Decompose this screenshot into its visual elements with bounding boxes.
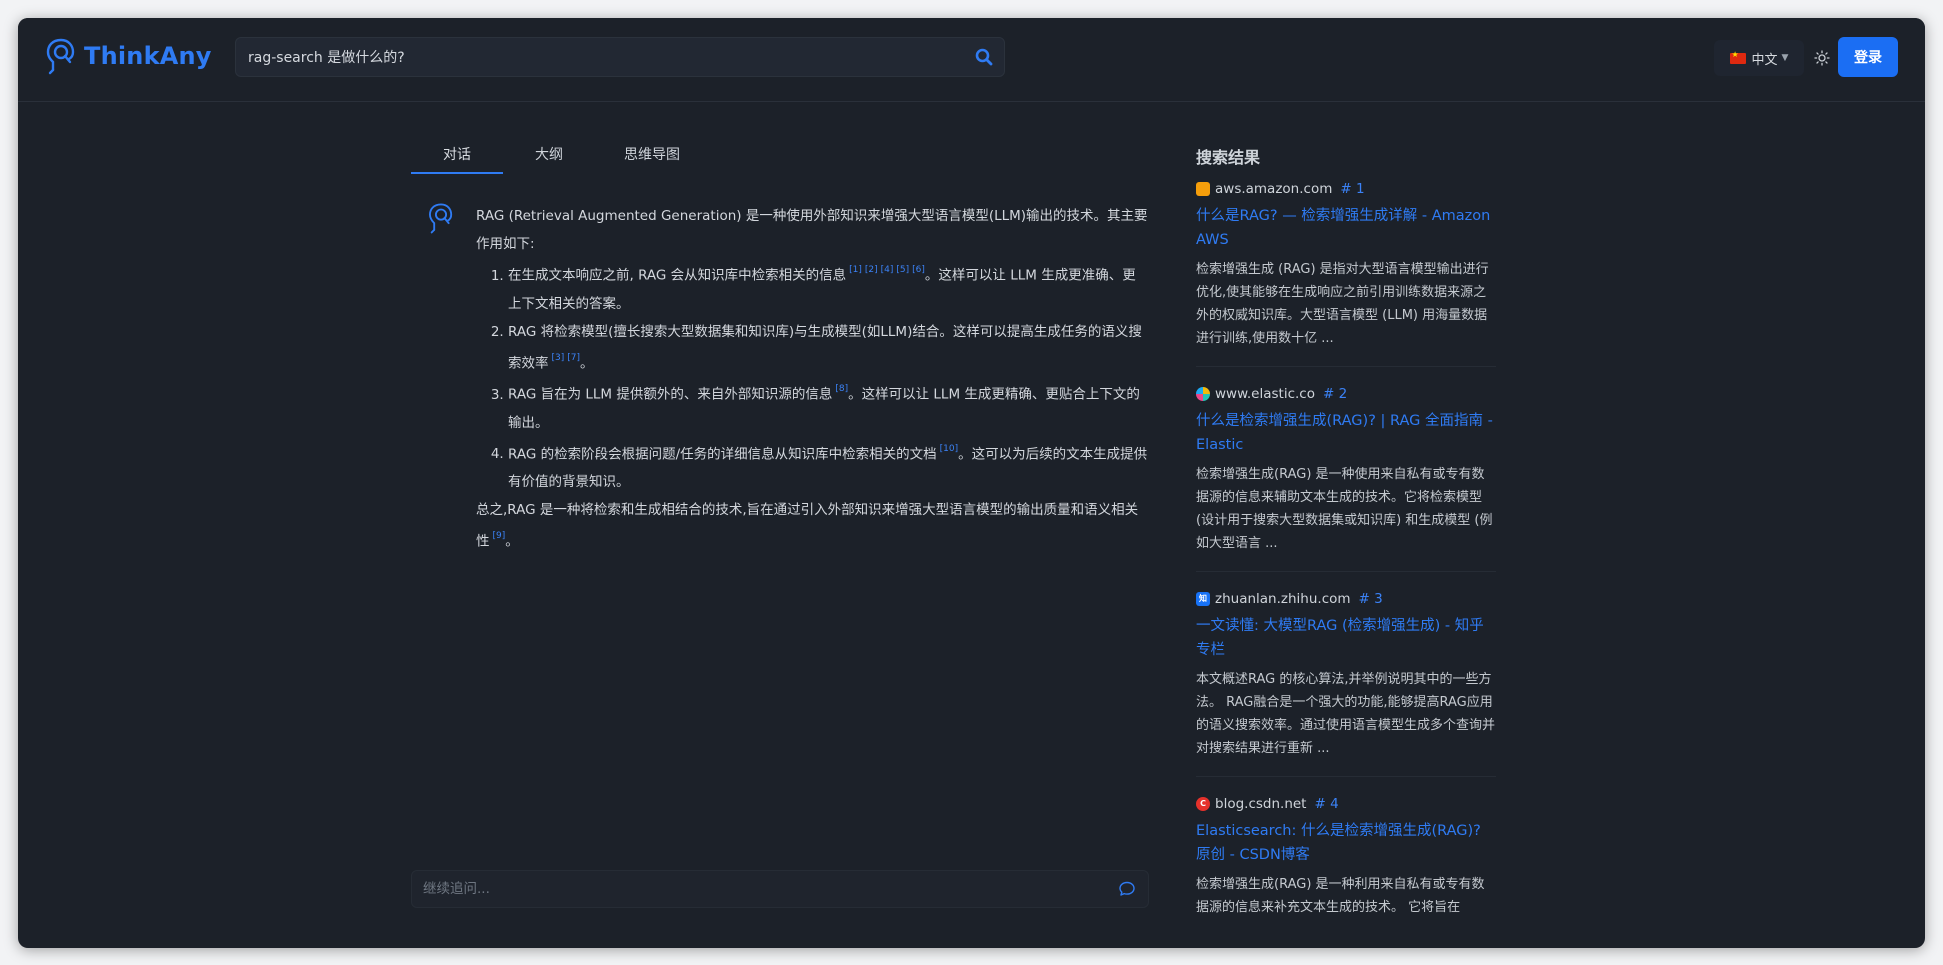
citation-link[interactable]: [1]	[849, 265, 862, 275]
result-card: 知 zhuanlan.zhihu.com # 3 一文读懂: 大模型RAG (检…	[1196, 588, 1496, 777]
answer-item-tail: 。	[580, 355, 594, 371]
citation-link[interactable]: [5]	[896, 265, 909, 275]
answer-item-text: 在生成文本响应之前, RAG 会从知识库中检索相关的信息	[508, 267, 847, 284]
followup-bar	[411, 870, 1149, 908]
csdn-favicon-icon: C	[1196, 797, 1210, 811]
chat-bubble-icon[interactable]	[1118, 880, 1136, 898]
result-snippet: 检索增强生成 (RAG) 是指对大型语言模型输出进行优化,使其能够在生成响应之前…	[1196, 262, 1489, 346]
answer-item-text: RAG 旨在为 LLM 提供额外的、来自外部知识源的信息	[508, 386, 833, 403]
result-number: # 2	[1322, 386, 1348, 402]
result-domain: blog.csdn.net	[1215, 796, 1307, 812]
logo-text: ThinkAny	[84, 42, 212, 70]
view-tabs: 对话 大纲 思维导图	[411, 142, 709, 174]
answer-list-item: RAG 将检索模型(擅长搜索大型数据集和知识库)与生成模型(如LLM)结合。这样…	[508, 318, 1148, 378]
results-heading: 搜索结果	[1196, 148, 1261, 167]
answer-list-item: RAG 的检索阶段会根据问题/任务的详细信息从知识库中检索相关的文档[10]。这…	[508, 437, 1148, 497]
results-list: aws.amazon.com # 1 什么是RAG? — 检索增强生成详解 - …	[1196, 178, 1516, 948]
result-source: aws.amazon.com # 1	[1196, 178, 1496, 200]
result-title-link[interactable]: 什么是检索增强生成(RAG)? | RAG 全面指南 - Elastic	[1196, 409, 1496, 457]
language-label: 中文	[1751, 52, 1778, 68]
result-domain: aws.amazon.com	[1215, 181, 1333, 197]
citation-link[interactable]: [10]	[940, 444, 958, 454]
summary-tail: 。	[505, 533, 519, 550]
login-button[interactable]: 登录	[1838, 37, 1898, 77]
result-card: aws.amazon.com # 1 什么是RAG? — 检索增强生成详解 - …	[1196, 178, 1496, 367]
answer-list: 在生成文本响应之前, RAG 会从知识库中检索相关的信息[1][2][4][5]…	[508, 258, 1148, 496]
assistant-avatar-icon	[429, 203, 453, 234]
chevron-down-icon: ▼	[1781, 53, 1789, 63]
answer-list-item: 在生成文本响应之前, RAG 会从知识库中检索相关的信息[1][2][4][5]…	[508, 258, 1148, 318]
language-selector[interactable]: 中文 ▼	[1714, 40, 1804, 76]
citation-link[interactable]: [7]	[567, 353, 580, 363]
result-source: www.elastic.co # 2	[1196, 383, 1496, 405]
citation-link[interactable]: [8]	[835, 384, 848, 394]
elastic-favicon-icon	[1196, 387, 1210, 401]
citation-link[interactable]: [3]	[552, 353, 565, 363]
tab-mindmap[interactable]: 思维导图	[595, 142, 709, 174]
search-icon[interactable]	[974, 47, 994, 67]
result-card: www.elastic.co # 2 什么是检索增强生成(RAG)? | RAG…	[1196, 383, 1496, 572]
search-input[interactable]	[248, 38, 948, 76]
top-header: ThinkAny 中文 ▼ 登录	[18, 18, 1925, 102]
sun-icon	[1814, 50, 1830, 66]
tab-outline[interactable]: 大纲	[503, 142, 595, 174]
logo-head-icon	[46, 38, 75, 75]
result-title-link[interactable]: 什么是RAG? — 检索增强生成详解 - Amazon AWS	[1196, 204, 1496, 252]
citation-link[interactable]: [9]	[493, 531, 506, 541]
answer-body: RAG (Retrieval Augmented Generation) 是一种…	[476, 202, 1148, 556]
result-number: # 1	[1340, 181, 1365, 197]
china-flag-icon	[1729, 50, 1746, 64]
result-snippet: 本文概述RAG 的核心算法,并举例说明其中的一些方法。 RAG融合是一个强大的功…	[1196, 672, 1496, 756]
answer-intro: RAG (Retrieval Augmented Generation) 是一种…	[476, 208, 1148, 252]
zhihu-favicon-icon: 知	[1196, 592, 1210, 606]
theme-toggle[interactable]	[1804, 40, 1840, 76]
result-domain: www.elastic.co	[1215, 386, 1315, 402]
search-bar	[235, 37, 1005, 77]
summary-text: 总之,RAG 是一种将检索和生成相结合的技术,旨在通过引入外部知识来增强大型语言…	[476, 502, 1139, 550]
citation-link[interactable]: [2]	[865, 265, 878, 275]
answer-list-item: RAG 旨在为 LLM 提供额外的、来自外部知识源的信息[8]。这样可以让 LL…	[508, 377, 1148, 437]
result-title-link[interactable]: Elasticsearch: 什么是检索增强生成(RAG)? 原创 - CSDN…	[1196, 819, 1496, 867]
answer-item-text: RAG 的检索阶段会根据问题/任务的详细信息从知识库中检索相关的文档	[508, 446, 937, 462]
followup-input[interactable]	[423, 871, 1083, 907]
tab-chat[interactable]: 对话	[411, 142, 503, 174]
aws-favicon-icon	[1196, 182, 1210, 196]
app-window: ThinkAny 中文 ▼ 登录 对话	[18, 18, 1925, 948]
result-card: C blog.csdn.net # 4 Elasticsearch: 什么是检索…	[1196, 793, 1496, 935]
result-number: # 4	[1314, 796, 1339, 812]
result-domain: zhuanlan.zhihu.com	[1215, 591, 1351, 607]
answer-summary: 总之,RAG 是一种将检索和生成相结合的技术,旨在通过引入外部知识来增强大型语言…	[476, 496, 1148, 556]
answer-item-text: RAG 将检索模型(擅长搜索大型数据集和知识库)与生成模型(如LLM)结合。这样…	[508, 323, 1142, 372]
result-snippet: 检索增强生成(RAG) 是一种使用来自私有或专有数据源的信息来辅助文本生成的技术…	[1196, 467, 1493, 551]
citation-link[interactable]: [6]	[912, 265, 925, 275]
result-source: C blog.csdn.net # 4	[1196, 793, 1496, 815]
result-title-link[interactable]: 一文读懂: 大模型RAG (检索增强生成) - 知乎专栏	[1196, 614, 1496, 662]
result-number: # 3	[1358, 591, 1383, 607]
citation-link[interactable]: [4]	[881, 265, 894, 275]
logo[interactable]: ThinkAny	[44, 36, 212, 76]
result-source: 知 zhuanlan.zhihu.com # 3	[1196, 588, 1496, 610]
result-snippet: 检索增强生成(RAG) 是一种利用来自私有或专有数据源的信息来补充文本生成的技术…	[1196, 877, 1485, 915]
